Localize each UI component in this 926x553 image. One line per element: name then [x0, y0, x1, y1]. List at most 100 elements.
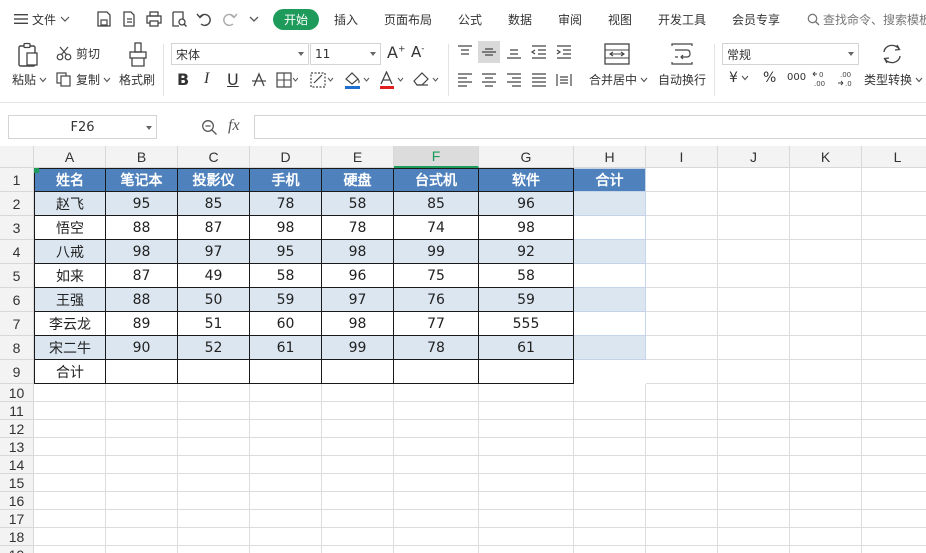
column-header-i[interactable]: I — [646, 146, 718, 168]
table-cell[interactable]: 555 — [479, 312, 574, 336]
table-cell[interactable] — [574, 264, 646, 288]
row-header-13[interactable]: 13 — [0, 438, 34, 456]
table-cell[interactable] — [106, 360, 178, 384]
row-header-7[interactable]: 7 — [0, 312, 34, 336]
table-header-cell[interactable]: 台式机 — [394, 168, 479, 192]
borders-icon[interactable] — [276, 72, 298, 88]
column-header-k[interactable]: K — [790, 146, 862, 168]
row-header-10[interactable]: 10 — [0, 384, 34, 402]
decrease-indent-icon[interactable] — [531, 45, 547, 59]
table-header-cell[interactable]: 姓名 — [34, 168, 106, 192]
number-format-select[interactable]: 常规 — [722, 43, 859, 65]
align-bottom-icon[interactable] — [506, 45, 522, 59]
undo-icon[interactable] — [195, 10, 213, 28]
table-cell[interactable]: 90 — [106, 336, 178, 360]
table-cell[interactable]: 96 — [479, 192, 574, 216]
row-header-12[interactable]: 12 — [0, 420, 34, 438]
font-name-select[interactable]: 宋体 — [171, 43, 309, 65]
tab-formulas[interactable]: 公式 — [458, 0, 482, 38]
table-cell[interactable]: 95 — [106, 192, 178, 216]
cell-style-icon[interactable] — [310, 72, 334, 88]
row-header-3[interactable]: 3 — [0, 216, 34, 240]
convert-type-icon[interactable] — [880, 43, 904, 65]
copy-button[interactable]: 复制 — [56, 71, 111, 88]
column-header-e[interactable]: E — [322, 146, 394, 168]
table-cell[interactable]: 85 — [178, 192, 250, 216]
decrease-decimal-icon[interactable]: .00.0 — [837, 70, 855, 88]
table-cell[interactable]: 96 — [322, 264, 394, 288]
merge-center-icon[interactable] — [604, 43, 630, 65]
table-cell[interactable]: 宋二牛 — [34, 336, 106, 360]
table-cell[interactable]: 78 — [394, 336, 479, 360]
table-header-cell[interactable]: 合计 — [574, 168, 646, 192]
column-header-h[interactable]: H — [574, 146, 646, 168]
row-header-17[interactable]: 17 — [0, 510, 34, 528]
table-cell[interactable]: 97 — [322, 288, 394, 312]
column-header-f[interactable]: F — [394, 146, 479, 168]
strikethrough-icon[interactable] — [251, 72, 267, 88]
fill-color-icon[interactable] — [343, 71, 371, 89]
row-header-18[interactable]: 18 — [0, 528, 34, 546]
row-header-4[interactable]: 4 — [0, 240, 34, 264]
justify-icon[interactable] — [531, 73, 547, 87]
table-cell[interactable] — [322, 360, 394, 384]
convert-type-button[interactable]: 类型转换 — [864, 71, 923, 88]
table-cell[interactable] — [250, 360, 322, 384]
table-cell[interactable]: 58 — [479, 264, 574, 288]
command-search[interactable]: 查找命令、搜索模板 — [807, 0, 926, 38]
table-cell[interactable]: 99 — [322, 336, 394, 360]
format-painter-button[interactable]: 格式刷 — [119, 71, 155, 88]
tab-view[interactable]: 视图 — [608, 0, 632, 38]
table-cell[interactable] — [178, 360, 250, 384]
table-cell[interactable]: 98 — [106, 240, 178, 264]
table-cell[interactable]: 60 — [250, 312, 322, 336]
table-cell[interactable]: 61 — [479, 336, 574, 360]
row-header-11[interactable]: 11 — [0, 402, 34, 420]
save-icon[interactable] — [95, 10, 113, 28]
table-cell[interactable]: 78 — [250, 192, 322, 216]
row-header-16[interactable]: 16 — [0, 492, 34, 510]
row-header-19[interactable]: 19 — [0, 546, 34, 553]
table-cell[interactable]: 98 — [322, 312, 394, 336]
table-cell[interactable] — [574, 336, 646, 360]
table-cell[interactable]: 52 — [178, 336, 250, 360]
table-cell[interactable] — [394, 360, 479, 384]
table-cell[interactable]: 85 — [394, 192, 479, 216]
row-header-2[interactable]: 2 — [0, 192, 34, 216]
table-cell[interactable]: 50 — [178, 288, 250, 312]
table-cell[interactable]: 95 — [250, 240, 322, 264]
zoom-icon[interactable] — [201, 119, 218, 136]
table-cell[interactable]: 59 — [479, 288, 574, 312]
currency-button[interactable]: ¥ — [729, 70, 749, 86]
table-cell[interactable]: 98 — [250, 216, 322, 240]
print-icon[interactable] — [145, 10, 163, 28]
table-header-cell[interactable]: 手机 — [250, 168, 322, 192]
percent-button[interactable]: % — [763, 70, 776, 86]
table-cell[interactable]: 59 — [250, 288, 322, 312]
font-color-icon[interactable] — [378, 71, 406, 89]
column-header-d[interactable]: D — [250, 146, 322, 168]
distributed-icon[interactable] — [556, 73, 572, 87]
underline-button[interactable]: U — [227, 70, 239, 89]
row-header-9[interactable]: 9 — [0, 360, 34, 384]
formula-input[interactable] — [254, 115, 926, 139]
table-cell[interactable] — [574, 240, 646, 264]
tab-page-layout[interactable]: 页面布局 — [384, 0, 432, 38]
align-center-icon[interactable] — [481, 73, 497, 87]
export-pdf-icon[interactable] — [120, 10, 138, 28]
row-header-1[interactable]: 1 — [0, 168, 34, 192]
column-header-b[interactable]: B — [106, 146, 178, 168]
align-left-icon[interactable] — [457, 73, 473, 87]
table-cell[interactable]: 87 — [106, 264, 178, 288]
table-cell[interactable]: 58 — [322, 192, 394, 216]
table-cell[interactable] — [479, 360, 574, 384]
table-header-cell[interactable]: 软件 — [479, 168, 574, 192]
table-cell[interactable]: 76 — [394, 288, 479, 312]
table-cell[interactable]: 61 — [250, 336, 322, 360]
thousands-button[interactable]: 000 — [787, 72, 806, 83]
table-cell[interactable]: 88 — [106, 288, 178, 312]
merge-center-button[interactable]: 合并居中 — [589, 71, 648, 88]
table-cell[interactable]: 97 — [178, 240, 250, 264]
tab-insert[interactable]: 插入 — [334, 0, 358, 38]
table-cell[interactable]: 如来 — [34, 264, 106, 288]
